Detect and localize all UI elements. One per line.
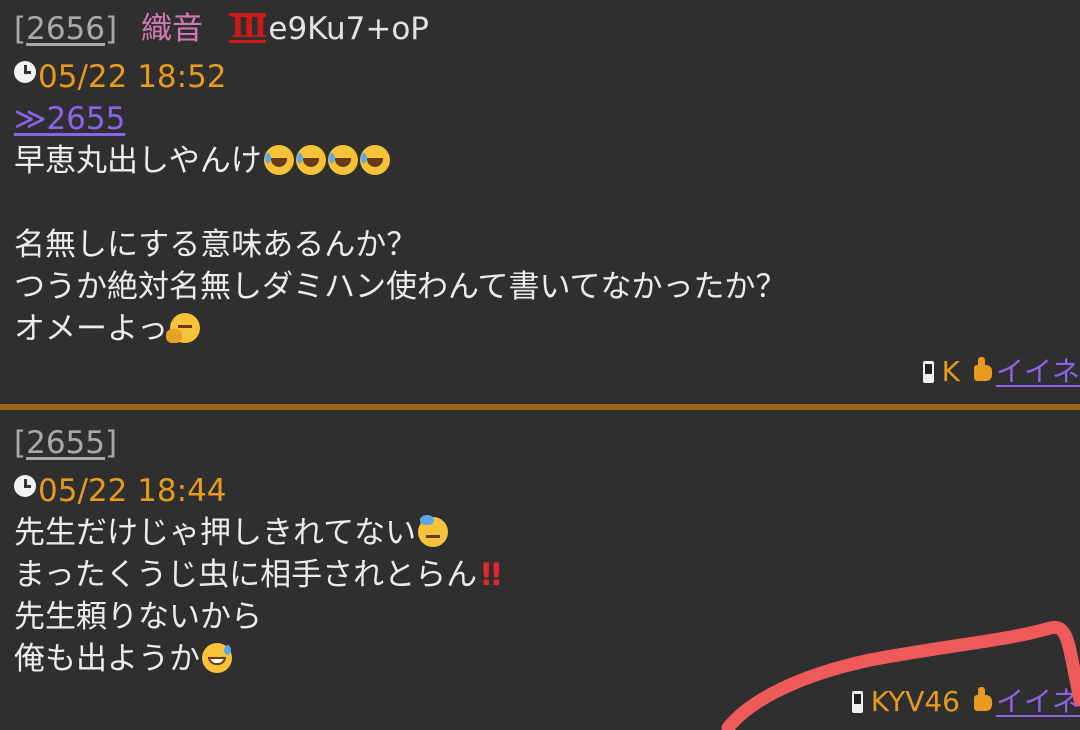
post-number-link[interactable]: 2656 <box>26 11 105 47</box>
post-body-line: 先生頼りないから <box>14 596 262 638</box>
post-body-line: オメーよっ <box>14 308 201 350</box>
phone-icon <box>922 361 934 383</box>
clock-icon <box>14 61 36 83</box>
post-date: 05/22 18:44 <box>38 473 227 509</box>
post-body-line: 名無しにする意味あるんか？ <box>14 224 417 266</box>
rolling-on-floor-laughing-emoji <box>359 145 390 175</box>
rolling-on-floor-laughing-emoji <box>295 145 326 175</box>
post-footer: KYV46 イイネ <box>851 684 1080 720</box>
double-exclamation-emoji: !! <box>479 557 503 593</box>
post-footer: K イイネ <box>922 354 1080 390</box>
post-header: [2656] 織音 Ⅲe9Ku7+oP <box>14 8 429 50</box>
thumbs-up-icon <box>966 687 994 713</box>
post-number-bracket-open: [ <box>14 425 27 461</box>
rolling-on-floor-laughing-emoji <box>263 145 294 175</box>
thumbs-up-icon <box>966 357 994 383</box>
rolling-on-floor-laughing-emoji <box>327 145 358 175</box>
downcast-sweat-face-emoji <box>418 515 449 547</box>
post-number-bracket-close: ] <box>105 11 118 47</box>
trip-code: e9Ku7+oP <box>268 11 429 47</box>
post-2656: [2656] 織音 Ⅲe9Ku7+oP 05/22 18:52 ≫2655 早恵… <box>0 0 1080 404</box>
post-body-line: まったくうじ虫に相手されとらん!! <box>14 554 503 596</box>
post-body-line: 俺も出ようか <box>14 638 232 680</box>
post-body-text: 先生だけじゃ押しきれてない <box>14 515 417 551</box>
like-button[interactable]: イイネ <box>996 685 1080 718</box>
post-date: 05/22 18:52 <box>38 59 227 95</box>
post-body-line: つうか絶対名無しダミハン使わんて書いてなかったか？ <box>14 266 787 308</box>
like-button[interactable]: イイネ <box>996 355 1080 388</box>
poster-name: 織音 <box>140 11 203 47</box>
post-date-row: 05/22 18:44 <box>14 470 227 512</box>
reply-anchor-link[interactable]: ≫2655 <box>14 101 125 137</box>
post-body-text: 俺も出ようか <box>14 641 200 677</box>
post-number-link[interactable]: 2655 <box>26 425 105 461</box>
post-number-bracket-open: [ <box>14 11 27 47</box>
user-id: K <box>941 355 960 388</box>
phone-icon <box>851 691 863 713</box>
post-2655: [2655] 05/22 18:44 先生だけじゃ押しきれてない まったくうじ虫… <box>0 412 1080 730</box>
post-body-text: オメーよっ <box>14 311 169 347</box>
post-date-row: 05/22 18:52 <box>14 56 227 98</box>
clock-icon <box>14 475 36 497</box>
post-body-line: 先生だけじゃ押しきれてない <box>14 512 449 554</box>
post-body-text: 名無しにする意味あるんか？ <box>14 227 418 263</box>
post-body-text: 早恵丸出しやんけ <box>14 143 262 179</box>
thinking-face-emoji <box>166 313 201 343</box>
post-header: [2655] <box>14 422 117 464</box>
post-body-text: 先生頼りないから <box>14 599 262 635</box>
post-body-line: 早恵丸出しやんけ <box>14 140 390 182</box>
user-id: KYV46 <box>870 685 960 718</box>
post-number-bracket-close: ] <box>105 425 118 461</box>
grinning-sweat-face-emoji <box>202 643 232 673</box>
post-separator <box>0 404 1080 410</box>
reply-anchor-row: ≫2655 <box>14 98 125 140</box>
post-body-text: まったくうじ虫に相手されとらん <box>14 557 478 593</box>
post-body-text: つうか絶対名無しダミハン使わんて書いてなかったか？ <box>14 269 787 305</box>
rank-badge: Ⅲ <box>228 10 267 45</box>
